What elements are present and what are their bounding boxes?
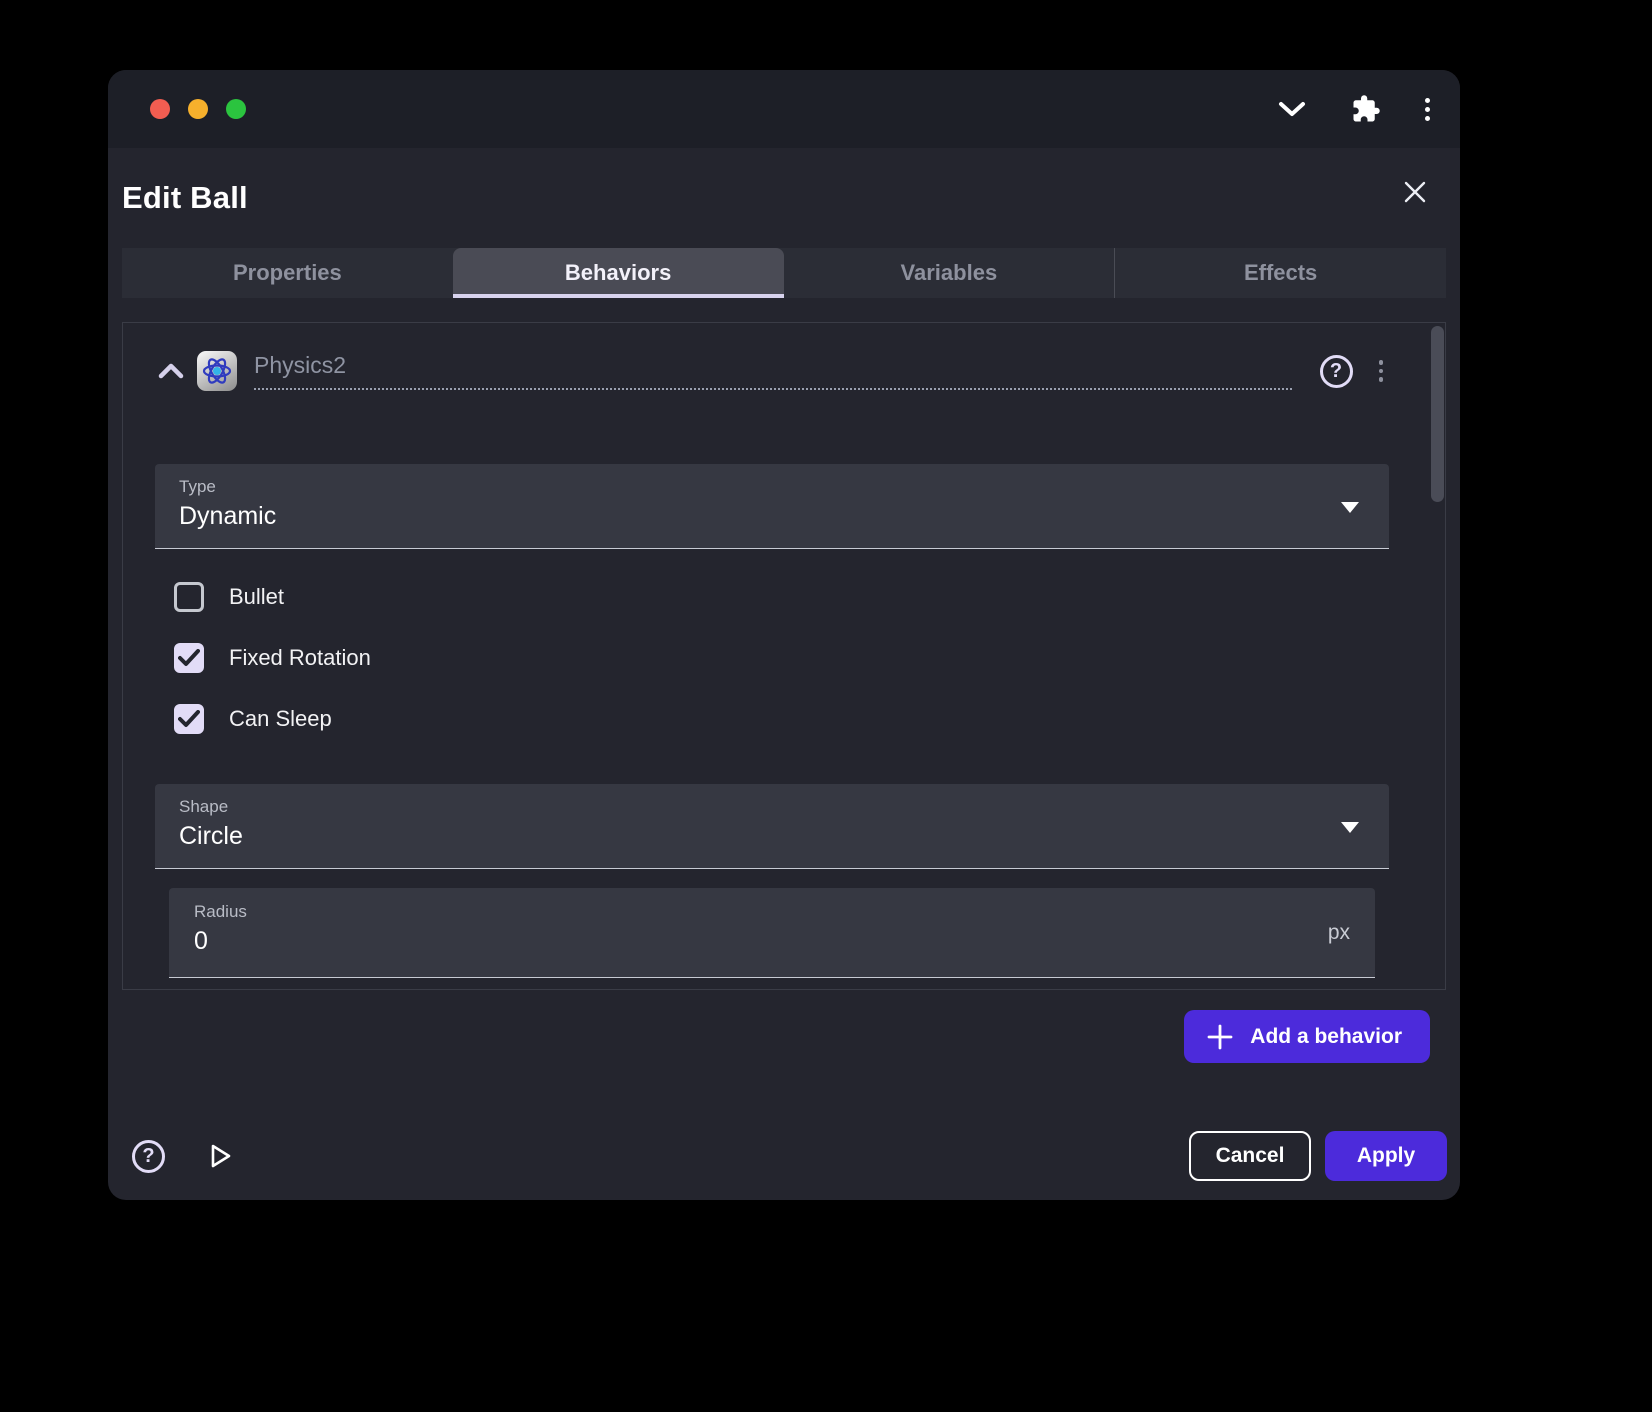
scrollbar-track[interactable] (1431, 325, 1444, 989)
type-select[interactable]: Type Dynamic (155, 464, 1389, 549)
can-sleep-checkbox[interactable] (174, 704, 204, 734)
type-label: Type (179, 477, 1353, 497)
close-icon[interactable] (1400, 177, 1430, 207)
fixed-rotation-checkbox[interactable] (174, 643, 204, 673)
can-sleep-label: Can Sleep (229, 706, 332, 732)
add-behavior-label: Add a behavior (1250, 1025, 1402, 1049)
minimize-window-button[interactable] (188, 99, 208, 119)
help-circle-icon[interactable]: ? (1320, 355, 1353, 388)
zoom-window-button[interactable] (226, 99, 246, 119)
shape-label: Shape (179, 797, 1353, 817)
add-behavior-row: Add a behavior (108, 1010, 1460, 1063)
bullet-checkbox[interactable] (174, 582, 204, 612)
bullet-label: Bullet (229, 584, 284, 610)
traffic-lights (150, 99, 246, 119)
behavior-name-input[interactable]: Physics2 (254, 352, 1292, 390)
radius-unit: px (1328, 921, 1350, 945)
puzzle-extension-icon[interactable] (1351, 94, 1381, 124)
tab-variables[interactable]: Variables (784, 248, 1115, 298)
apply-button[interactable]: Apply (1325, 1131, 1447, 1181)
shape-select[interactable]: Shape Circle (155, 784, 1389, 869)
play-icon[interactable] (205, 1141, 235, 1171)
kebab-menu-icon[interactable] (1425, 98, 1430, 121)
collapse-chevron-up-icon[interactable] (156, 362, 186, 380)
scrollbar-thumb[interactable] (1431, 326, 1444, 502)
cancel-button[interactable]: Cancel (1189, 1131, 1311, 1181)
chevron-down-icon (1341, 502, 1359, 513)
radius-field[interactable]: Radius 0 px (169, 888, 1375, 978)
chevron-down-icon[interactable] (1277, 100, 1307, 118)
shape-value: Circle (179, 822, 1353, 851)
tab-properties[interactable]: Properties (122, 248, 453, 298)
chevron-down-icon (1341, 822, 1359, 833)
behavior-header: Physics2 ? (156, 348, 1383, 394)
dialog-header: Edit Ball (108, 148, 1460, 248)
fixed-rotation-checkbox-row[interactable]: Fixed Rotation (174, 636, 1445, 680)
tab-bar: Properties Behaviors Variables Effects (122, 248, 1446, 298)
atom-physics-icon (197, 351, 237, 391)
can-sleep-checkbox-row[interactable]: Can Sleep (174, 697, 1445, 741)
radius-input[interactable]: 0 (194, 927, 1350, 956)
tab-effects[interactable]: Effects (1115, 248, 1446, 298)
edit-ball-dialog: Edit Ball Properties Behaviors Variables… (108, 70, 1460, 1200)
dialog-footer: ? Cancel Apply (108, 1131, 1460, 1200)
behavior-kebab-menu-icon[interactable] (1379, 360, 1384, 382)
plus-icon (1206, 1023, 1234, 1051)
tab-behaviors[interactable]: Behaviors (453, 248, 784, 298)
add-behavior-button[interactable]: Add a behavior (1184, 1010, 1430, 1063)
close-window-button[interactable] (150, 99, 170, 119)
checkbox-group: Bullet Fixed Rotation Can Sleep (174, 575, 1445, 741)
window-titlebar (108, 70, 1460, 148)
radius-label: Radius (194, 902, 1350, 922)
type-value: Dynamic (179, 502, 1353, 531)
help-circle-icon[interactable]: ? (132, 1140, 165, 1173)
bullet-checkbox-row[interactable]: Bullet (174, 575, 1445, 619)
behaviors-panel: Physics2 ? Type Dynamic Bullet Fixed Rot… (122, 322, 1446, 990)
fixed-rotation-label: Fixed Rotation (229, 645, 371, 671)
page-title: Edit Ball (122, 180, 248, 216)
